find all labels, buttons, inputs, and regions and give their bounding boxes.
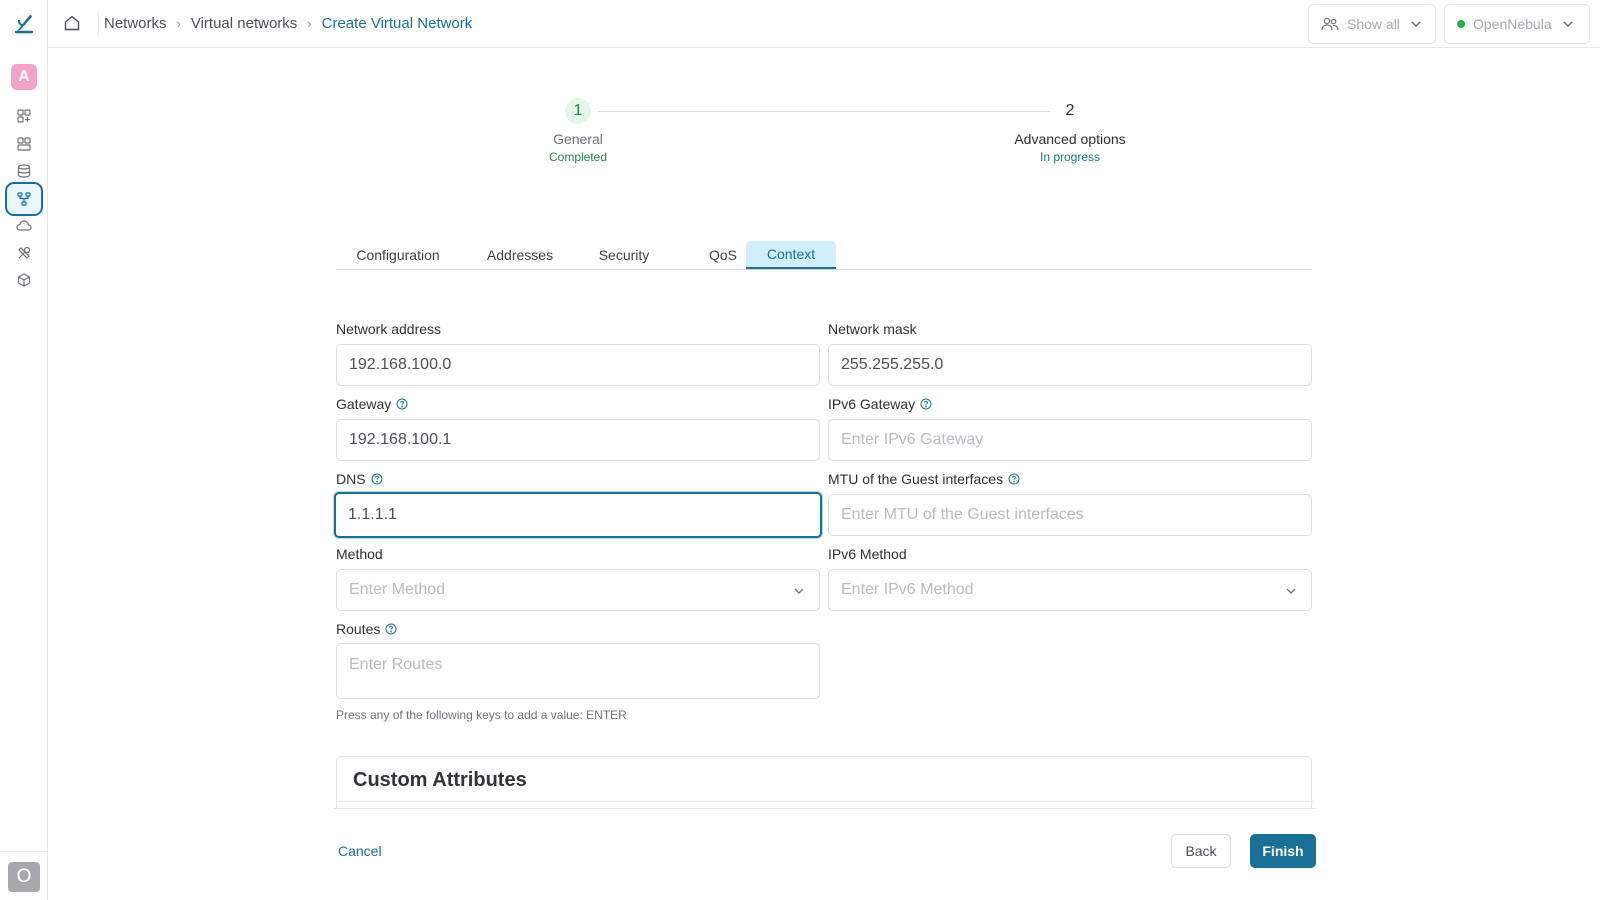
networks-icon[interactable] — [5, 182, 43, 216]
step-general[interactable]: 1 General Completed — [498, 98, 658, 164]
topbar: Networks › Virtual networks › Create Vir… — [48, 0, 1600, 48]
group-select[interactable]: Show all — [1308, 4, 1436, 44]
breadcrumb-networks[interactable]: Networks — [104, 15, 167, 32]
step-title: Advanced options — [1014, 131, 1126, 147]
step-advanced-options[interactable]: 2 Advanced options In progress — [990, 98, 1150, 164]
mtu-input[interactable] — [828, 494, 1312, 536]
breadcrumb-virtual-networks[interactable]: Virtual networks — [191, 15, 297, 32]
custom-attributes-title: Custom Attributes — [353, 769, 527, 791]
network-address-input[interactable] — [336, 344, 820, 386]
ipv6-gateway-label: IPv6 Gateway — [828, 396, 932, 412]
instances-icon[interactable] — [14, 134, 34, 154]
chevron-down-icon — [1411, 21, 1421, 28]
network-address-label: Network address — [336, 321, 441, 337]
zone-select[interactable]: OpenNebula — [1444, 4, 1590, 44]
avatar[interactable]: A — [11, 64, 37, 90]
network-mask-label-text: Network mask — [828, 321, 917, 337]
tab-addresses[interactable]: Addresses — [468, 241, 572, 269]
step-number: 2 — [1065, 102, 1075, 119]
dns-label-text: DNS — [336, 471, 366, 487]
home-icon[interactable] — [63, 14, 81, 32]
breadcrumb-current: Create Virtual Network — [321, 15, 473, 32]
mtu-label: MTU of the Guest interfaces — [828, 471, 1020, 487]
ipv6-gateway-label-text: IPv6 Gateway — [828, 396, 916, 412]
users-icon — [1321, 17, 1339, 31]
step-status: In progress — [1039, 150, 1101, 164]
help-icon[interactable] — [396, 398, 408, 410]
help-icon[interactable] — [920, 398, 932, 410]
zone-status-dot — [1457, 20, 1465, 28]
sidebar-footer: O — [0, 851, 48, 900]
step-number: 1 — [565, 98, 591, 124]
mtu-label-text: MTU of the Guest interfaces — [828, 471, 1004, 487]
avatar-letter: A — [18, 68, 30, 85]
custom-attributes-section: Custom Attributes — [336, 756, 1313, 808]
chevron-right-icon: › — [307, 16, 312, 31]
gateway-label: Gateway — [336, 396, 408, 412]
opennebula-logo-icon[interactable] — [14, 12, 34, 34]
cancel-button[interactable]: Cancel — [338, 838, 382, 864]
scroll-boundary — [334, 808, 1316, 809]
chevron-down-icon — [794, 588, 804, 594]
gateway-input[interactable] — [336, 419, 820, 461]
tab-security[interactable]: Security — [576, 241, 672, 269]
chevron-down-icon — [1286, 588, 1296, 594]
ipv6-method-label-text: IPv6 Method — [828, 546, 907, 562]
zone-select-value: OpenNebula — [1473, 16, 1552, 32]
routes-placeholder: Enter Routes — [349, 656, 443, 673]
ipv6-method-label: IPv6 Method — [828, 546, 907, 562]
help-icon[interactable] — [385, 623, 397, 635]
ipv6-gateway-input[interactable] — [828, 419, 1312, 461]
tab-configuration[interactable]: Configuration — [336, 241, 460, 269]
user-menu-button[interactable]: O — [8, 862, 40, 892]
tools-icon[interactable] — [14, 243, 34, 263]
ipv6-method-select-placeholder: Enter IPv6 Method — [841, 581, 974, 598]
tab-bar: Configuration Addresses Security QoS Con… — [336, 241, 1312, 270]
sidebar: A O — [0, 0, 48, 900]
method-label: Method — [336, 546, 383, 562]
routes-label: Routes — [336, 621, 397, 637]
gateway-label-text: Gateway — [336, 396, 392, 412]
user-letter: O — [16, 866, 32, 887]
system-icon[interactable] — [14, 270, 34, 290]
method-label-text: Method — [336, 546, 383, 562]
dns-label: DNS — [336, 471, 383, 487]
help-icon[interactable] — [371, 473, 383, 485]
cloud-icon[interactable] — [14, 216, 34, 236]
routes-hint: Press any of the following keys to add a… — [336, 708, 627, 722]
finish-button[interactable]: Finish — [1250, 834, 1316, 868]
topbar-divider — [98, 12, 99, 36]
method-select[interactable]: Enter Method — [336, 569, 820, 611]
routes-input[interactable]: Enter Routes — [336, 643, 820, 699]
chevron-right-icon: › — [176, 16, 181, 31]
dashboard-icon[interactable] — [14, 106, 34, 126]
step-title: General — [553, 131, 603, 147]
group-select-value: Show all — [1347, 16, 1400, 32]
breadcrumb: Networks › Virtual networks › Create Vir… — [104, 15, 472, 32]
back-button[interactable]: Back — [1171, 834, 1231, 868]
routes-label-text: Routes — [336, 621, 381, 637]
tab-context[interactable]: Context — [746, 241, 836, 269]
storage-icon[interactable] — [14, 161, 34, 181]
step-status: Completed — [548, 150, 608, 164]
network-mask-label: Network mask — [828, 321, 917, 337]
chevron-down-icon — [1563, 21, 1573, 28]
section-divider — [337, 801, 1313, 802]
method-select-placeholder: Enter Method — [349, 581, 446, 598]
network-address-label-text: Network address — [336, 321, 442, 337]
stepper-connector — [598, 111, 1050, 112]
network-mask-input[interactable] — [828, 344, 1312, 386]
dns-input[interactable] — [334, 492, 822, 538]
ipv6-method-select[interactable]: Enter IPv6 Method — [828, 569, 1312, 611]
help-icon[interactable] — [1008, 473, 1020, 485]
